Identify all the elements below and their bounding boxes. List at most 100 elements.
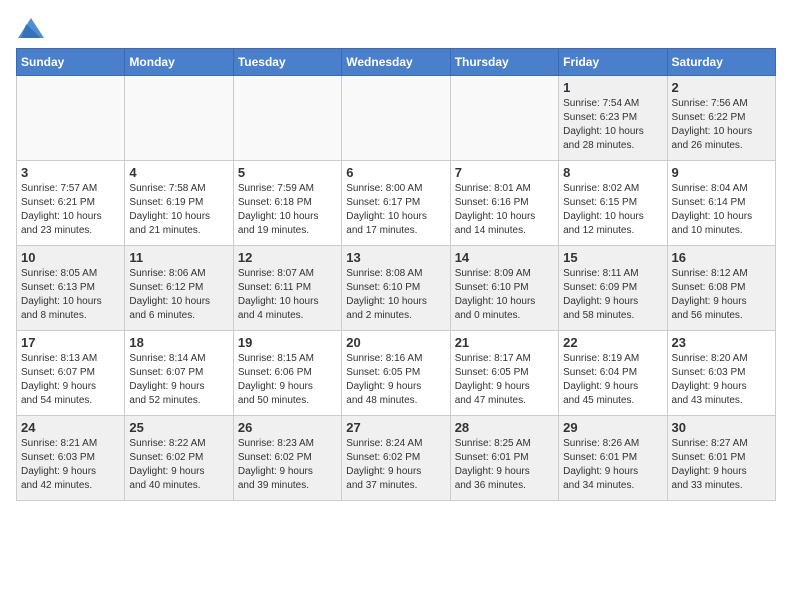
calendar-cell: 2Sunrise: 7:56 AM Sunset: 6:22 PM Daylig… [667, 76, 775, 161]
calendar-cell: 6 Sunrise: 8:00 AM Sunset: 6:17 PM Daylig… [342, 161, 450, 246]
day-number: 18 [129, 335, 228, 350]
calendar-cell: 20 Sunrise: 8:16 AM Sunset: 6:05 PM Dayli… [342, 331, 450, 416]
calendar-cell: 15 Sunrise: 8:11 AM Sunset: 6:09 PM Dayli… [559, 246, 667, 331]
day-info: Sunrise: 8:05 AM Sunset: 6:13 PM Dayligh… [21, 267, 120, 323]
day-info: Sunrise: 8:13 AM Sunset: 6:07 PM Dayligh… [21, 352, 120, 408]
calendar-cell: 3 Sunrise: 7:57 AM Sunset: 6:21 PM Daylig… [17, 161, 125, 246]
calendar-cell: 10 Sunrise: 8:05 AM Sunset: 6:13 PM Dayli… [17, 246, 125, 331]
calendar-cell: 26 Sunrise: 8:23 AM Sunset: 6:02 PM Dayli… [233, 416, 341, 501]
day-number: 7 [455, 165, 554, 180]
calendar-cell: 13 Sunrise: 8:08 AM Sunset: 6:10 PM Dayli… [342, 246, 450, 331]
day-info: Sunrise: 8:01 AM Sunset: 6:16 PM Dayligh… [455, 182, 554, 238]
day-number: 12 [238, 250, 337, 265]
calendar-cell: 5 Sunrise: 7:59 AM Sunset: 6:18 PM Daylig… [233, 161, 341, 246]
day-info: Sunrise: 8:24 AM Sunset: 6:02 PM Dayligh… [346, 437, 445, 493]
day-number: 10 [21, 250, 120, 265]
calendar-cell: 21 Sunrise: 8:17 AM Sunset: 6:05 PM Dayli… [450, 331, 558, 416]
calendar-cell: 25 Sunrise: 8:22 AM Sunset: 6:02 PM Dayli… [125, 416, 233, 501]
logo [16, 16, 50, 40]
day-info: Sunrise: 7:58 AM Sunset: 6:19 PM Dayligh… [129, 182, 228, 238]
calendar-cell: 24Sunrise: 8:21 AM Sunset: 6:03 PM Dayli… [17, 416, 125, 501]
day-info: Sunrise: 8:09 AM Sunset: 6:10 PM Dayligh… [455, 267, 554, 323]
calendar-cell: 12 Sunrise: 8:07 AM Sunset: 6:11 PM Dayli… [233, 246, 341, 331]
day-number: 25 [129, 420, 228, 435]
day-number: 2 [672, 80, 771, 95]
weekday-header: Sunday [17, 49, 125, 76]
day-info: Sunrise: 8:12 AM Sunset: 6:08 PM Dayligh… [672, 267, 771, 323]
calendar-cell: 11 Sunrise: 8:06 AM Sunset: 6:12 PM Dayli… [125, 246, 233, 331]
calendar-cell: 7 Sunrise: 8:01 AM Sunset: 6:16 PM Daylig… [450, 161, 558, 246]
day-number: 21 [455, 335, 554, 350]
day-info: Sunrise: 8:22 AM Sunset: 6:02 PM Dayligh… [129, 437, 228, 493]
day-number: 15 [563, 250, 662, 265]
day-info: Sunrise: 8:00 AM Sunset: 6:17 PM Dayligh… [346, 182, 445, 238]
calendar-cell: 29 Sunrise: 8:26 AM Sunset: 6:01 PM Dayli… [559, 416, 667, 501]
day-number: 22 [563, 335, 662, 350]
day-number: 6 [346, 165, 445, 180]
day-number: 23 [672, 335, 771, 350]
header [16, 16, 776, 40]
day-info: Sunrise: 8:27 AM Sunset: 6:01 PM Dayligh… [672, 437, 771, 493]
day-info: Sunrise: 8:11 AM Sunset: 6:09 PM Dayligh… [563, 267, 662, 323]
day-number: 16 [672, 250, 771, 265]
day-info: Sunrise: 8:25 AM Sunset: 6:01 PM Dayligh… [455, 437, 554, 493]
day-number: 3 [21, 165, 120, 180]
day-number: 1 [563, 80, 662, 95]
calendar-cell [17, 76, 125, 161]
weekday-header: Tuesday [233, 49, 341, 76]
calendar-cell [450, 76, 558, 161]
day-number: 20 [346, 335, 445, 350]
day-number: 5 [238, 165, 337, 180]
day-number: 9 [672, 165, 771, 180]
calendar-cell: 1 Sunrise: 7:54 AM Sunset: 6:23 PM Daylig… [559, 76, 667, 161]
day-info: Sunrise: 8:26 AM Sunset: 6:01 PM Dayligh… [563, 437, 662, 493]
day-number: 19 [238, 335, 337, 350]
day-number: 8 [563, 165, 662, 180]
calendar-cell [342, 76, 450, 161]
day-number: 17 [21, 335, 120, 350]
day-number: 4 [129, 165, 228, 180]
day-number: 27 [346, 420, 445, 435]
calendar-cell: 22 Sunrise: 8:19 AM Sunset: 6:04 PM Dayli… [559, 331, 667, 416]
day-number: 14 [455, 250, 554, 265]
calendar-cell: 8 Sunrise: 8:02 AM Sunset: 6:15 PM Daylig… [559, 161, 667, 246]
day-info: Sunrise: 8:02 AM Sunset: 6:15 PM Dayligh… [563, 182, 662, 238]
day-info: Sunrise: 7:54 AM Sunset: 6:23 PM Dayligh… [563, 97, 662, 153]
day-info: Sunrise: 8:06 AM Sunset: 6:12 PM Dayligh… [129, 267, 228, 323]
day-info: Sunrise: 8:08 AM Sunset: 6:10 PM Dayligh… [346, 267, 445, 323]
day-number: 11 [129, 250, 228, 265]
weekday-header: Friday [559, 49, 667, 76]
calendar-cell: 18 Sunrise: 8:14 AM Sunset: 6:07 PM Dayli… [125, 331, 233, 416]
calendar-cell: 16 Sunrise: 8:12 AM Sunset: 6:08 PM Dayli… [667, 246, 775, 331]
day-info: Sunrise: 8:17 AM Sunset: 6:05 PM Dayligh… [455, 352, 554, 408]
day-info: Sunrise: 8:15 AM Sunset: 6:06 PM Dayligh… [238, 352, 337, 408]
day-info: Sunrise: 7:59 AM Sunset: 6:18 PM Dayligh… [238, 182, 337, 238]
calendar-table: SundayMondayTuesdayWednesdayThursdayFrid… [16, 48, 776, 501]
day-number: 26 [238, 420, 337, 435]
weekday-header: Wednesday [342, 49, 450, 76]
calendar-cell: 27 Sunrise: 8:24 AM Sunset: 6:02 PM Dayli… [342, 416, 450, 501]
calendar-cell: 19 Sunrise: 8:15 AM Sunset: 6:06 PM Dayli… [233, 331, 341, 416]
day-number: 29 [563, 420, 662, 435]
calendar-cell [125, 76, 233, 161]
calendar-cell [233, 76, 341, 161]
day-info: Sunrise: 8:07 AM Sunset: 6:11 PM Dayligh… [238, 267, 337, 323]
calendar-cell: 9Sunrise: 8:04 AM Sunset: 6:14 PM Daylig… [667, 161, 775, 246]
calendar-cell: 14 Sunrise: 8:09 AM Sunset: 6:10 PM Dayli… [450, 246, 558, 331]
logo-icon [16, 16, 46, 40]
calendar-cell: 28Sunrise: 8:25 AM Sunset: 6:01 PM Dayli… [450, 416, 558, 501]
day-info: Sunrise: 7:57 AM Sunset: 6:21 PM Dayligh… [21, 182, 120, 238]
day-info: Sunrise: 8:16 AM Sunset: 6:05 PM Dayligh… [346, 352, 445, 408]
calendar-cell: 30 Sunrise: 8:27 AM Sunset: 6:01 PM Dayli… [667, 416, 775, 501]
day-info: Sunrise: 8:19 AM Sunset: 6:04 PM Dayligh… [563, 352, 662, 408]
day-info: Sunrise: 8:14 AM Sunset: 6:07 PM Dayligh… [129, 352, 228, 408]
day-info: Sunrise: 8:23 AM Sunset: 6:02 PM Dayligh… [238, 437, 337, 493]
weekday-header: Monday [125, 49, 233, 76]
calendar-cell: 4 Sunrise: 7:58 AM Sunset: 6:19 PM Daylig… [125, 161, 233, 246]
weekday-header: Thursday [450, 49, 558, 76]
day-number: 13 [346, 250, 445, 265]
day-number: 30 [672, 420, 771, 435]
calendar-cell: 17 Sunrise: 8:13 AM Sunset: 6:07 PM Dayli… [17, 331, 125, 416]
day-info: Sunrise: 8:21 AM Sunset: 6:03 PM Dayligh… [21, 437, 120, 493]
calendar-cell: 23Sunrise: 8:20 AM Sunset: 6:03 PM Dayli… [667, 331, 775, 416]
